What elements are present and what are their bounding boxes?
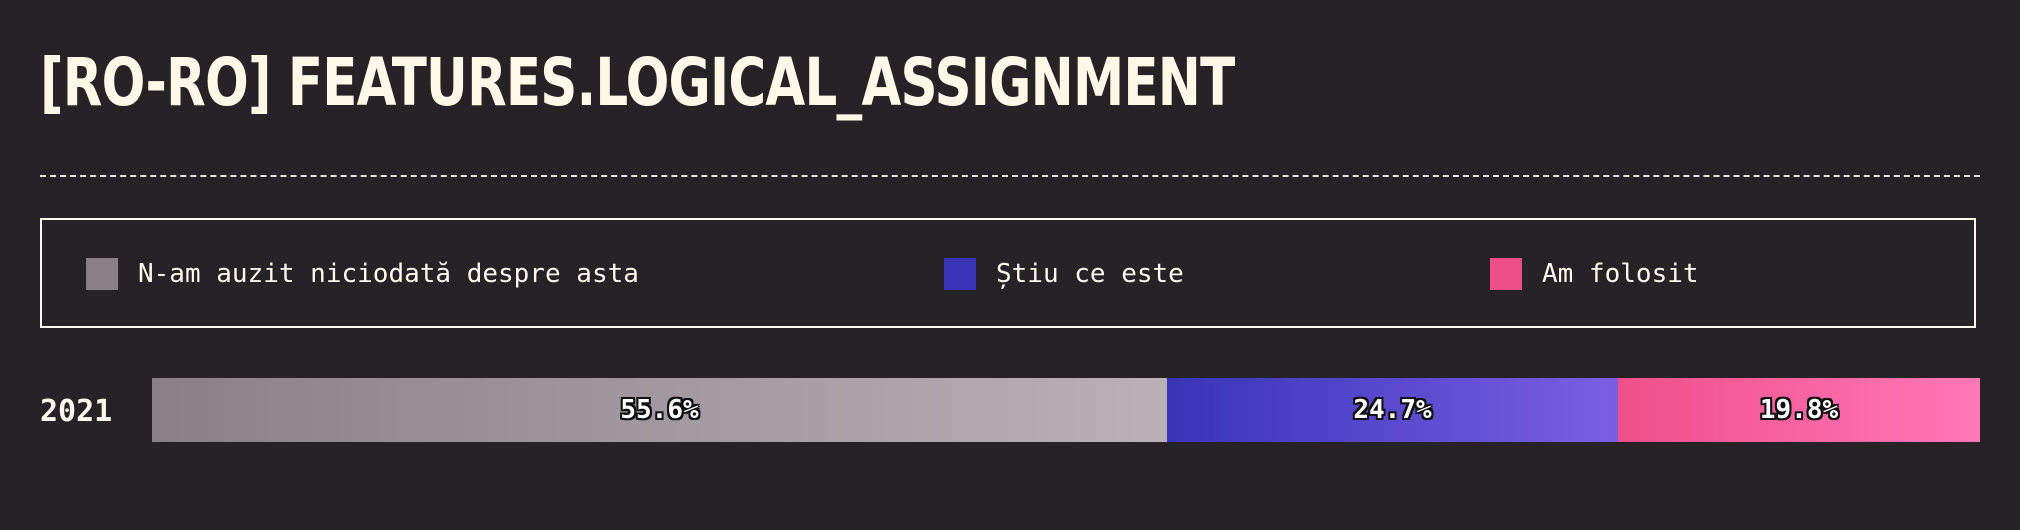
legend-label-never-heard: N-am auzit niciodată despre asta bbox=[138, 259, 639, 289]
legend-swatch-never-heard bbox=[86, 258, 118, 290]
legend-label-know-what-it-is: Știu ce este bbox=[996, 259, 1184, 289]
legend-item-never-heard[interactable]: N-am auzit niciodată despre asta bbox=[86, 258, 639, 290]
legend-item-used-it[interactable]: Am folosit bbox=[1490, 258, 1699, 290]
bar-row-label: 2021 bbox=[40, 394, 113, 429]
legend-item-know-what-it-is[interactable]: Știu ce este bbox=[944, 258, 1184, 290]
bar-segment-label-never-heard: 55.6% bbox=[620, 395, 699, 425]
bar-segment-label-know-what-it-is: 24.7% bbox=[1353, 395, 1432, 425]
legend-swatch-know-what-it-is bbox=[944, 258, 976, 290]
bar-segment-never-heard[interactable]: 55.6% bbox=[152, 378, 1167, 442]
chart-title: [RO-RO] FEATURES.LOGICAL_ASSIGNMENT bbox=[40, 44, 1235, 121]
bar-segment-used-it[interactable]: 19.8% bbox=[1618, 378, 1980, 442]
bar-segment-label-used-it: 19.8% bbox=[1759, 395, 1839, 425]
legend-label-used-it: Am folosit bbox=[1542, 259, 1699, 289]
bar-segment-know-what-it-is[interactable]: 24.7% bbox=[1167, 378, 1618, 442]
title-divider bbox=[40, 175, 1980, 177]
legend: N-am auzit niciodată despre asta Știu ce… bbox=[40, 218, 1976, 328]
stacked-bar: 55.6% 24.7% 19.8% bbox=[152, 378, 1980, 442]
legend-swatch-used-it bbox=[1490, 258, 1522, 290]
